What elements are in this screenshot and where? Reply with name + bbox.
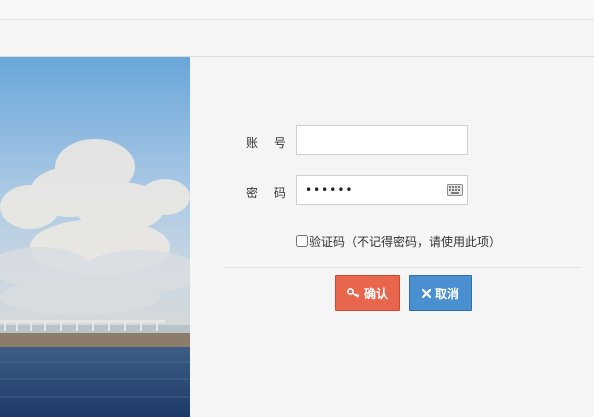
account-label: 账 号 xyxy=(246,136,292,150)
form-divider xyxy=(224,267,582,268)
cancel-button[interactable]: 取消 xyxy=(409,275,472,311)
captcha-label: 验证码（不记得密码，请使用此项） xyxy=(309,234,502,249)
keyboard-icon[interactable] xyxy=(447,184,463,196)
password-input[interactable] xyxy=(296,175,468,205)
top-strip xyxy=(0,0,594,20)
password-label: 密 码 xyxy=(246,186,292,200)
key-icon xyxy=(347,288,360,298)
header-bar xyxy=(0,20,594,57)
close-icon xyxy=(421,288,431,298)
captcha-checkbox[interactable] xyxy=(296,235,308,247)
account-input[interactable] xyxy=(296,125,468,155)
cancel-label: 取消 xyxy=(434,286,459,301)
confirm-button[interactable]: 确认 xyxy=(335,275,400,311)
confirm-label: 确认 xyxy=(363,286,388,301)
captcha-option[interactable]: 验证码（不记得密码，请使用此项） xyxy=(296,233,501,249)
background-photo xyxy=(0,57,190,417)
login-form: 账 号 密 码 验证码（不记得密码，请使用此项） 确认 取消 xyxy=(190,57,594,417)
